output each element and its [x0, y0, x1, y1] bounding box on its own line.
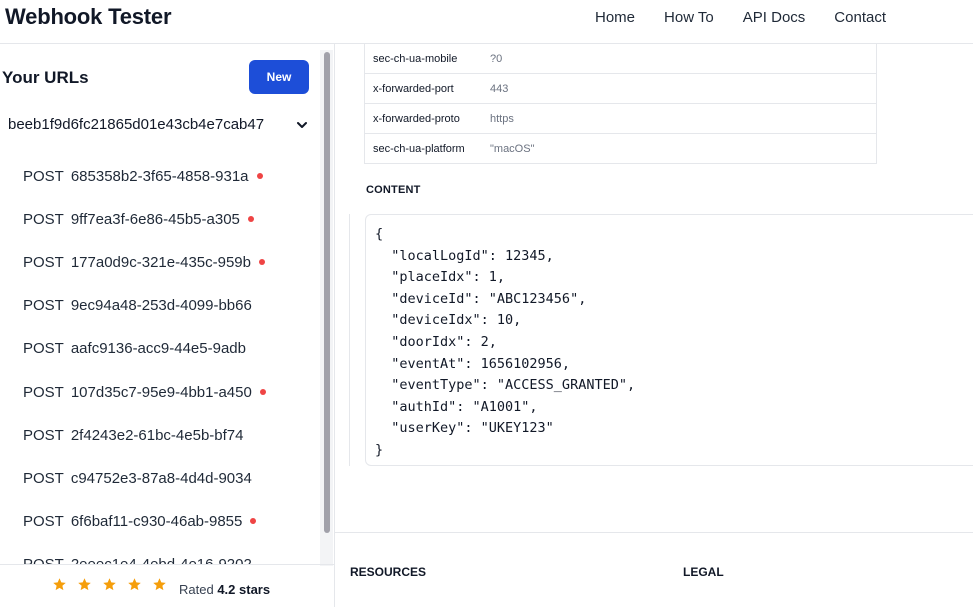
table-row: x-forwarded-port 443: [365, 74, 876, 104]
unread-dot-icon: [250, 518, 257, 524]
request-id: 685358b2-3f65-4858-931a: [70, 167, 249, 185]
star-icon[interactable]: [127, 577, 142, 592]
header-value: 443: [490, 82, 509, 95]
top-header: Webhook Tester Home How To API Docs Cont…: [0, 0, 973, 44]
star-icon[interactable]: [152, 577, 167, 592]
request-id: 2eeec1e4-4ebd-4e16-9202: [70, 555, 252, 565]
table-row: sec-ch-ua-platform "macOS": [365, 134, 876, 164]
request-item[interactable]: POST 6f6baf11-c930-46ab-9855: [23, 510, 257, 532]
nav-how-to[interactable]: How To: [664, 9, 714, 26]
star-icon[interactable]: [77, 577, 92, 592]
request-method: POST: [23, 512, 64, 530]
table-row: x-forwarded-proto https: [365, 104, 876, 134]
unread-dot-icon: [247, 216, 254, 222]
star-icon[interactable]: [102, 577, 117, 592]
request-item[interactable]: POST 177a0d9c-321e-435c-959b: [23, 251, 265, 273]
content-code-block[interactable]: { "localLogId": 12345, "placeIdx": 1, "d…: [365, 214, 973, 466]
request-method: POST: [23, 296, 64, 314]
request-item[interactable]: POST aafc9136-acc9-44e5-9adb: [23, 337, 246, 359]
unread-dot-icon: [259, 389, 266, 395]
request-id: 177a0d9c-321e-435c-959b: [70, 253, 251, 271]
request-id: aafc9136-acc9-44e5-9adb: [70, 339, 246, 357]
sidebar: Your URLs New beeb1f9d6fc21865d01e43cb4e…: [0, 44, 335, 607]
request-method: POST: [23, 426, 64, 444]
request-method: POST: [23, 555, 64, 565]
token-selector[interactable]: beeb1f9d6fc21865d01e43cb4e7cab47: [8, 116, 308, 140]
request-id: 9ff7ea3f-6e86-45b5-a305: [70, 210, 240, 228]
request-id: 2f4243e2-61bc-4e5b-bf74: [70, 426, 244, 444]
request-id: c94752e3-87a8-4d4d-9034: [70, 469, 252, 487]
footer-resources-heading: RESOURCES: [350, 565, 427, 579]
rating-prefix: Rated: [179, 582, 214, 597]
content-heading: CONTENT: [366, 184, 421, 196]
section-divider: [349, 214, 350, 466]
token-id: beeb1f9d6fc21865d01e43cb4e7cab47: [8, 116, 265, 133]
unread-dot-icon: [256, 173, 263, 179]
rating-stars[interactable]: [52, 577, 167, 592]
request-method: POST: [23, 383, 64, 401]
footer-legal-heading: LEGAL: [683, 565, 724, 579]
nav-home[interactable]: Home: [595, 9, 635, 26]
request-item[interactable]: POST 9ff7ea3f-6e86-45b5-a305: [23, 208, 254, 230]
table-row: sec-ch-ua-mobile ?0: [365, 44, 876, 74]
rating-text: Rated 4.2 stars: [179, 582, 270, 597]
header-key: sec-ch-ua-mobile: [373, 52, 458, 65]
new-url-button[interactable]: New: [249, 60, 309, 94]
nav-api-docs[interactable]: API Docs: [743, 9, 806, 26]
rating-value: 4.2 stars: [217, 582, 271, 597]
content-body: { "localLogId": 12345, "placeIdx": 1, "d…: [375, 226, 636, 458]
request-method: POST: [23, 469, 64, 487]
header-key: sec-ch-ua-platform: [373, 142, 465, 155]
request-id: 9ec94a48-253d-4099-bb66: [70, 296, 252, 314]
request-list: POST 685358b2-3f65-4858-931a POST 9ff7ea…: [0, 156, 320, 564]
chevron-down-icon[interactable]: [295, 118, 309, 132]
request-item[interactable]: POST 685358b2-3f65-4858-931a: [23, 165, 263, 187]
request-method: POST: [23, 253, 64, 271]
footer-divider: [335, 532, 973, 533]
top-nav: Home How To API Docs Contact: [595, 9, 886, 26]
header-value: https: [490, 112, 514, 125]
request-id: 107d35c7-95e9-4bb1-a450: [70, 383, 252, 401]
header-value: "macOS": [490, 142, 535, 155]
request-headers-table: sec-ch-ua-mobile ?0 x-forwarded-port 443…: [364, 44, 877, 164]
star-icon[interactable]: [52, 577, 67, 592]
header-value: ?0: [490, 52, 503, 65]
header-key: x-forwarded-proto: [373, 112, 460, 125]
sidebar-scroll-thumb[interactable]: [324, 52, 330, 533]
request-item[interactable]: POST 9ec94a48-253d-4099-bb66: [23, 294, 252, 316]
brand-title[interactable]: Webhook Tester: [5, 4, 172, 30]
request-method: POST: [23, 210, 64, 228]
request-method: POST: [23, 167, 64, 185]
rating-bar: Rated 4.2 stars: [0, 564, 334, 608]
sidebar-title: Your URLs: [2, 68, 89, 87]
unread-dot-icon: [259, 259, 265, 265]
request-id: 6f6baf11-c930-46ab-9855: [70, 512, 243, 530]
nav-contact[interactable]: Contact: [834, 9, 886, 26]
request-item[interactable]: POST 2eeec1e4-4ebd-4e16-9202: [23, 553, 252, 565]
request-item[interactable]: POST 2f4243e2-61bc-4e5b-bf74: [23, 424, 243, 446]
request-method: POST: [23, 339, 64, 357]
request-item[interactable]: POST 107d35c7-95e9-4bb1-a450: [23, 381, 266, 403]
header-key: x-forwarded-port: [373, 82, 454, 95]
request-item[interactable]: POST c94752e3-87a8-4d4d-9034: [23, 467, 252, 489]
